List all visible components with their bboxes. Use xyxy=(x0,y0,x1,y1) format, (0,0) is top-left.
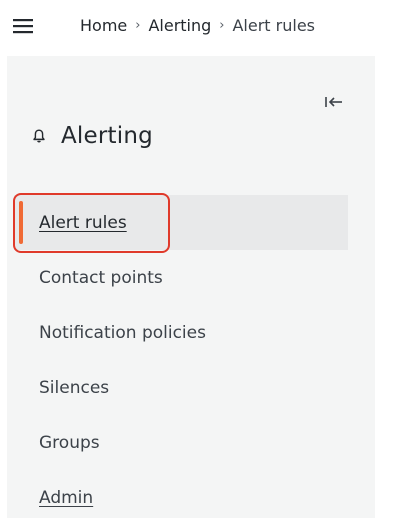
breadcrumb-home[interactable]: Home xyxy=(80,14,127,38)
breadcrumb-separator: › xyxy=(135,18,141,33)
sidebar-item-alert-rules[interactable]: Alert rules xyxy=(14,195,348,250)
sidebar-item-label: Admin xyxy=(39,487,94,508)
breadcrumb-separator: › xyxy=(219,18,225,33)
breadcrumb-alert-rules: Alert rules xyxy=(232,16,315,35)
active-indicator xyxy=(19,201,23,244)
sidebar-section-title-text: Alerting xyxy=(61,123,153,149)
breadcrumb-alerting[interactable]: Alerting xyxy=(148,14,211,38)
sidebar-item-contact-points[interactable]: Contact points xyxy=(14,250,348,305)
sidebar-item-admin[interactable]: Admin xyxy=(14,470,348,525)
sidebar-item-groups[interactable]: Groups xyxy=(14,415,348,470)
sidebar-item-notification-policies[interactable]: Notification policies xyxy=(14,305,348,360)
sidebar-item-label: Silences xyxy=(39,377,110,398)
sidebar-item-silences[interactable]: Silences xyxy=(14,360,348,415)
sidebar-item-label: Alert rules xyxy=(39,212,127,233)
bell-icon xyxy=(31,128,47,144)
hamburger-menu-icon[interactable] xyxy=(13,16,33,36)
sidebar-nav: Alert rules Contact points Notification … xyxy=(14,195,348,525)
sidebar-item-label: Contact points xyxy=(39,267,163,288)
top-bar: Home › Alerting › Alert rules xyxy=(0,0,406,52)
main-content xyxy=(375,79,406,518)
breadcrumb: Home › Alerting › Alert rules xyxy=(80,14,315,38)
sidebar-item-label: Notification policies xyxy=(39,322,206,343)
sidebar-section-title: Alerting xyxy=(31,123,153,149)
collapse-left-icon[interactable] xyxy=(322,94,346,110)
sidebar-item-label: Groups xyxy=(39,432,100,453)
